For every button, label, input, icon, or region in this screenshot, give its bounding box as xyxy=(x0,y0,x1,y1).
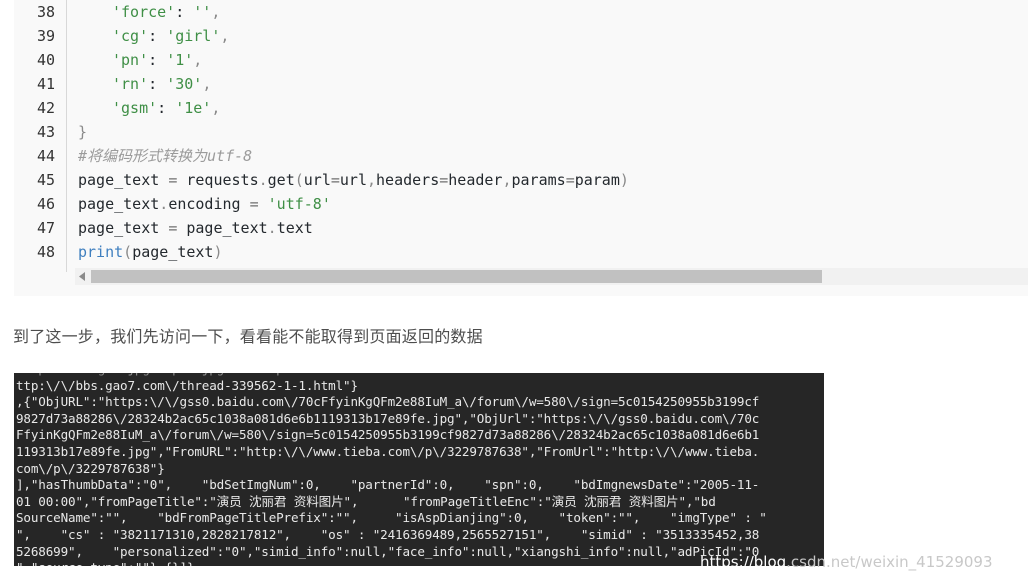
code-line-text: page_text = page_text.text xyxy=(78,219,313,237)
console-line: ", "cs" : "3821171310,2828217812", "os" … xyxy=(16,526,760,542)
code-line: 46 page_text.encoding = 'utf-8' xyxy=(14,192,1028,216)
code-line: 44 #将编码形式转换为utf-8 xyxy=(14,144,1028,168)
code-line-text: 'pn': '1', xyxy=(112,51,203,69)
console-line: 119313b17e89fe.jpg","FromURL":"http:\/\/… xyxy=(16,443,760,459)
scrollbar-track[interactable] xyxy=(91,270,1028,283)
console-line: 9827d73a88286\/28324b2ac65c1038a081d6e6b… xyxy=(16,410,760,426)
line-number: 44 xyxy=(36,147,55,165)
line-number: 40 xyxy=(36,51,55,69)
code-line: 42 'gsm': '1e', xyxy=(14,96,1028,120)
console-output-panel: ...p...e...g...jpg...p...jpg...b...p...t… xyxy=(14,373,824,566)
code-block: 38 'force': '', 39 'cg': 'girl', 40 'pn': '1'… xyxy=(14,0,1028,296)
line-number: 45 xyxy=(36,171,55,189)
console-line: ],"hasThumbData":"0", "bdSetImgNum":0, "… xyxy=(16,477,760,493)
code-line: 48 print(page_text) xyxy=(14,240,1028,264)
code-line-text: 'rn': '30', xyxy=(112,75,212,93)
code-lines-container: 38 'force': '', 39 'cg': 'girl', 40 'pn': '1'… xyxy=(14,0,1028,264)
console-line: 01 00:00","fromPageTitle":"演员 沈丽君 资料图片",… xyxy=(16,493,716,509)
code-line: 43} xyxy=(14,120,1028,144)
watermark: https://blog.csdn.net/weixin_41529093 xyxy=(700,553,993,571)
code-horizontal-scrollbar[interactable] xyxy=(75,268,1028,285)
line-number: 42 xyxy=(36,99,55,117)
scrollbar-thumb[interactable] xyxy=(91,270,822,283)
code-line-text: 'cg': 'girl', xyxy=(112,27,230,45)
line-number: 46 xyxy=(36,195,55,213)
code-line: 47 page_text = page_text.text xyxy=(14,216,1028,240)
code-line-text: } xyxy=(78,123,88,141)
body-paragraph: 到了这一步，我们先访问一下，看看能不能取得到页面返回的数据 xyxy=(13,327,483,346)
watermark-prefix: https://blog xyxy=(700,553,787,571)
code-line: 41 'rn': '30', xyxy=(14,72,1028,96)
console-line: FfyinKgQFm2e88IuM_a\/forum\/w=580\/sign=… xyxy=(16,427,760,443)
code-line-text: page_text = requests.get(url=url,headers… xyxy=(78,171,629,189)
code-line-text: 'gsm': '1e', xyxy=(112,99,221,117)
code-line-text: page_text.encoding = 'utf-8' xyxy=(78,195,331,213)
console-line: SourceName":"", "bdFromPageTitlePrefix":… xyxy=(16,510,767,526)
code-line: 45 page_text = requests.get(url=url,heade… xyxy=(14,168,1028,192)
line-number: 43 xyxy=(36,123,55,141)
line-number: 48 xyxy=(36,243,55,261)
console-line: ,{"ObjURL":"https:\/\/gss0.baidu.com\/70… xyxy=(16,394,760,410)
line-number: 39 xyxy=(36,27,55,45)
line-number: 47 xyxy=(36,219,55,237)
line-number: 41 xyxy=(36,75,55,93)
triangle-left-icon[interactable] xyxy=(75,268,91,285)
console-line: ttp:\/\/bbs.gao7.com\/thread-339562-1-1.… xyxy=(16,377,358,393)
line-number: 38 xyxy=(36,3,55,21)
watermark-suffix: .csdn.net/weixin_41529093 xyxy=(786,553,993,571)
console-line: com\/p\/3229787638"} xyxy=(16,460,165,476)
console-lines-container: ...p...e...g...jpg...p...jpg...b...p...t… xyxy=(16,373,824,566)
code-line: 38 'force': '', xyxy=(14,0,1028,24)
code-line-text: #将编码形式转换为utf-8 xyxy=(78,147,253,165)
code-line-text: 'force': '', xyxy=(112,3,221,21)
code-line-text: print(page_text) xyxy=(78,243,223,261)
code-line: 40 'pn': '1', xyxy=(14,48,1028,72)
code-line: 39 'cg': 'girl', xyxy=(14,24,1028,48)
